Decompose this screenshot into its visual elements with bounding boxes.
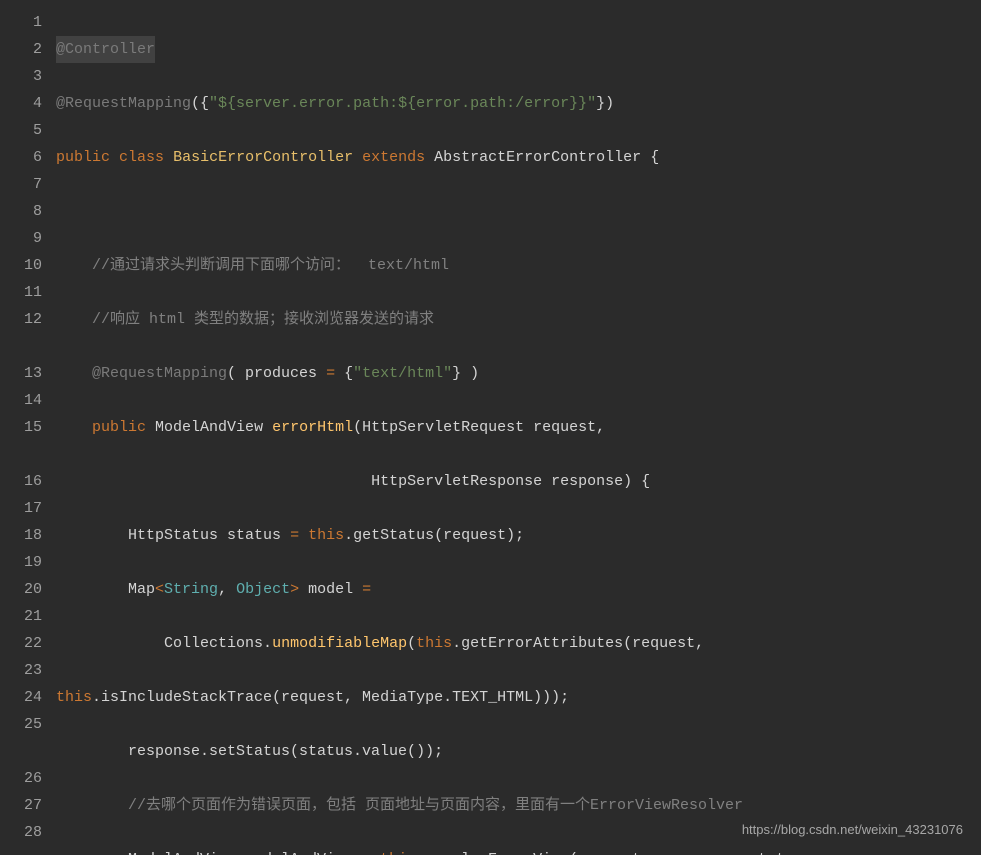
- code-line[interactable]: [56, 198, 981, 225]
- code-line[interactable]: @Controller: [56, 36, 981, 63]
- line-number: 18: [0, 522, 42, 549]
- annotation: @RequestMapping: [92, 365, 227, 382]
- code-line[interactable]: public class BasicErrorController extend…: [56, 144, 981, 171]
- line-number: 17: [0, 495, 42, 522]
- line-number: 3: [0, 63, 42, 90]
- code-line[interactable]: this.isIncludeStackTrace(request, MediaT…: [56, 684, 981, 711]
- line-number: 12: [0, 306, 42, 333]
- line-number: 1: [0, 9, 42, 36]
- line-number: 7: [0, 171, 42, 198]
- code-line[interactable]: Map<String, Object> model =: [56, 576, 981, 603]
- code-line[interactable]: HttpStatus status = this.getStatus(reque…: [56, 522, 981, 549]
- watermark-text: https://blog.csdn.net/weixin_43231076: [742, 816, 963, 843]
- code-line[interactable]: ModelAndView modelAndView = this.resolve…: [56, 846, 981, 855]
- line-number-wrap: [0, 441, 42, 468]
- line-number: 23: [0, 657, 42, 684]
- code-line[interactable]: @RequestMapping({"${server.error.path:${…: [56, 90, 981, 117]
- code-line[interactable]: //响应 html 类型的数据；接收浏览器发送的请求: [56, 306, 981, 333]
- line-number: 5: [0, 117, 42, 144]
- line-number: 9: [0, 225, 42, 252]
- code-editor[interactable]: 1 2 3 4 5 6 7 8 9 10 11 12 13 14 15 16 1…: [0, 0, 981, 855]
- line-number-gutter: 1 2 3 4 5 6 7 8 9 10 11 12 13 14 15 16 1…: [0, 0, 56, 855]
- line-number: 14: [0, 387, 42, 414]
- line-number-wrap: [0, 738, 42, 765]
- line-number: 19: [0, 549, 42, 576]
- code-line[interactable]: Collections.unmodifiableMap(this.getErro…: [56, 630, 981, 657]
- line-number: 2: [0, 36, 42, 63]
- code-line[interactable]: //去哪个页面作为错误页面，包括 页面地址与页面内容，里面有一个ErrorVie…: [56, 792, 981, 819]
- code-line[interactable]: response.setStatus(status.value());: [56, 738, 981, 765]
- annotation: @RequestMapping: [56, 95, 191, 112]
- line-number: 15: [0, 414, 42, 441]
- line-number: 20: [0, 576, 42, 603]
- line-number: 13: [0, 360, 42, 387]
- line-number: 11: [0, 279, 42, 306]
- line-number: 16: [0, 468, 42, 495]
- code-line[interactable]: //通过请求头判断调用下面哪个访问： text/html: [56, 252, 981, 279]
- code-content[interactable]: @Controller @RequestMapping({"${server.e…: [56, 0, 981, 855]
- line-number: 26: [0, 765, 42, 792]
- line-number: 21: [0, 603, 42, 630]
- line-number: 4: [0, 90, 42, 117]
- line-number: 28: [0, 819, 42, 846]
- line-number: 8: [0, 198, 42, 225]
- line-number-wrap: [0, 333, 42, 360]
- line-number: 10: [0, 252, 42, 279]
- line-number: 24: [0, 684, 42, 711]
- line-number: 27: [0, 792, 42, 819]
- line-number: 6: [0, 144, 42, 171]
- annotation: @Controller: [56, 41, 155, 58]
- code-line[interactable]: @RequestMapping( produces = {"text/html"…: [56, 360, 981, 387]
- code-line[interactable]: HttpServletResponse response) {: [56, 468, 981, 495]
- line-number: 25: [0, 711, 42, 738]
- code-line[interactable]: public ModelAndView errorHtml(HttpServle…: [56, 414, 981, 441]
- line-number: 22: [0, 630, 42, 657]
